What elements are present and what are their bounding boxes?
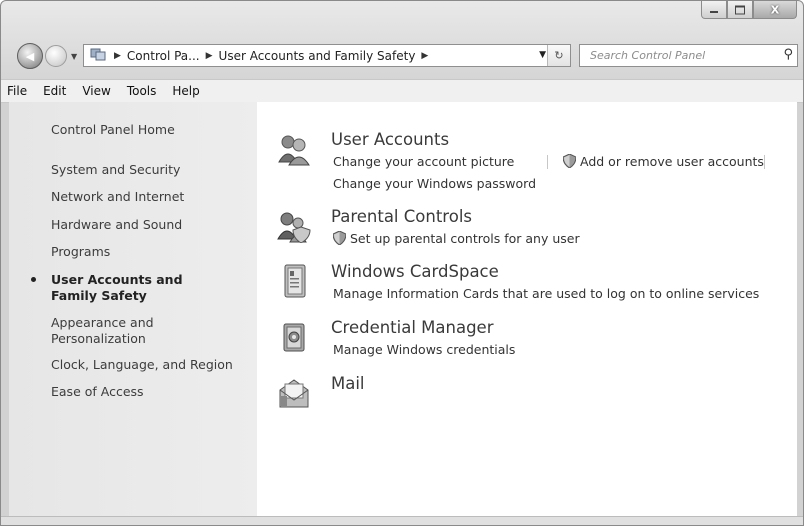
recent-pages-dropdown[interactable]: ▼ <box>71 52 77 61</box>
menu-view[interactable]: View <box>74 84 118 98</box>
window-bottom-frame <box>1 516 803 525</box>
address-bar[interactable]: ▶ Control Pa... ▶ User Accounts and Fami… <box>83 44 571 67</box>
category-title-mail[interactable]: Mail <box>331 374 365 393</box>
cardspace-icon[interactable] <box>277 264 311 298</box>
link-manage-windows-credentials[interactable]: Manage Windows credentials <box>333 342 515 357</box>
breadcrumb-separator-icon[interactable]: ▶ <box>421 51 428 61</box>
search-input[interactable]: Search Control Panel ⚲ <box>579 44 798 67</box>
sidebar-item-clock-language-region[interactable]: Clock, Language, and Region <box>51 357 251 373</box>
breadcrumb-separator-icon[interactable]: ▶ <box>114 51 121 61</box>
menu-file[interactable]: File <box>1 84 35 98</box>
uac-shield-icon <box>563 154 576 168</box>
search-placeholder: Search Control Panel <box>590 49 706 62</box>
sidebar-item-system-security[interactable]: System and Security <box>51 162 251 178</box>
sidebar-item-hardware-sound[interactable]: Hardware and Sound <box>51 217 251 233</box>
maximize-icon <box>735 5 745 14</box>
link-label: Set up parental controls for any user <box>350 231 580 246</box>
category-user-accounts: User Accounts Change your account pictur… <box>277 130 797 191</box>
category-title-user-accounts[interactable]: User Accounts <box>331 130 449 149</box>
breadcrumb-control-panel[interactable]: Control Pa... <box>127 49 200 63</box>
sidebar-item-ease-of-access[interactable]: Ease of Access <box>51 384 251 400</box>
sidebar-item-network-internet[interactable]: Network and Internet <box>51 189 251 205</box>
credential-manager-icon[interactable] <box>277 320 311 354</box>
sidebar-item-label: User Accounts and Family Safety <box>51 272 183 303</box>
current-page-bullet-icon <box>31 277 36 282</box>
left-navigation-pane: Control Panel Home System and Security N… <box>9 102 257 516</box>
breadcrumb-separator-icon[interactable]: ▶ <box>206 51 213 61</box>
breadcrumb-user-accounts[interactable]: User Accounts and Family Safety <box>219 49 416 63</box>
refresh-button[interactable]: ↻ <box>547 45 570 66</box>
sidebar-control-panel-home[interactable]: Control Panel Home <box>51 122 251 138</box>
category-title-credential-manager[interactable]: Credential Manager <box>331 318 494 337</box>
close-icon: X <box>770 3 780 16</box>
category-mail: Mail <box>277 374 797 414</box>
menu-bar: File Edit View Tools Help <box>1 79 803 103</box>
mail-icon[interactable] <box>277 376 311 410</box>
back-arrow-icon: ◀ <box>25 49 35 63</box>
parental-controls-icon[interactable] <box>277 209 311 244</box>
link-change-account-picture[interactable]: Change your account picture <box>333 154 514 169</box>
link-set-up-parental-controls[interactable]: Set up parental controls for any user <box>333 231 580 246</box>
category-windows-cardspace: Windows CardSpace Manage Information Car… <box>277 262 797 302</box>
minimize-icon <box>710 11 718 13</box>
link-add-remove-accounts[interactable]: Add or remove user accounts <box>563 154 764 169</box>
category-parental-controls: Parental Controls Set up parental contro… <box>277 207 797 247</box>
category-title-windows-cardspace[interactable]: Windows CardSpace <box>331 262 499 281</box>
link-divider <box>547 155 548 169</box>
address-dropdown-icon[interactable]: ▼ <box>539 50 546 60</box>
category-credential-manager: Credential Manager Manage Windows creden… <box>277 318 797 358</box>
control-panel-icon <box>88 47 108 64</box>
maximize-button[interactable] <box>727 1 753 19</box>
refresh-icon: ↻ <box>554 49 564 62</box>
link-manage-information-cards[interactable]: Manage Information Cards that are used t… <box>333 286 759 301</box>
menu-edit[interactable]: Edit <box>35 84 74 98</box>
forward-button[interactable] <box>45 45 67 67</box>
close-button[interactable]: X <box>753 1 797 19</box>
category-title-parental-controls[interactable]: Parental Controls <box>331 207 472 226</box>
minimize-button[interactable] <box>701 1 727 19</box>
link-divider <box>764 155 765 169</box>
content-pane: User Accounts Change your account pictur… <box>257 102 797 516</box>
control-panel-window: X ◀ ▼ ▶ Control Pa... ▶ User Accounts an… <box>0 0 804 526</box>
search-icon[interactable]: ⚲ <box>783 47 793 62</box>
users-icon[interactable] <box>277 132 311 166</box>
menu-tools[interactable]: Tools <box>119 84 165 98</box>
sidebar-item-user-accounts[interactable]: User Accounts and Family Safety <box>31 272 231 304</box>
menu-help[interactable]: Help <box>164 84 207 98</box>
caption-buttons: X <box>701 1 797 19</box>
sidebar-item-appearance[interactable]: Appearance and Personalization <box>51 315 191 347</box>
link-label: Add or remove user accounts <box>580 154 764 169</box>
back-button[interactable]: ◀ <box>17 43 43 69</box>
navigation-bar: ◀ ▼ ▶ Control Pa... ▶ User Accounts and … <box>1 39 803 71</box>
sidebar-item-programs[interactable]: Programs <box>51 244 251 260</box>
uac-shield-icon <box>333 231 346 245</box>
link-change-windows-password[interactable]: Change your Windows password <box>333 176 536 191</box>
